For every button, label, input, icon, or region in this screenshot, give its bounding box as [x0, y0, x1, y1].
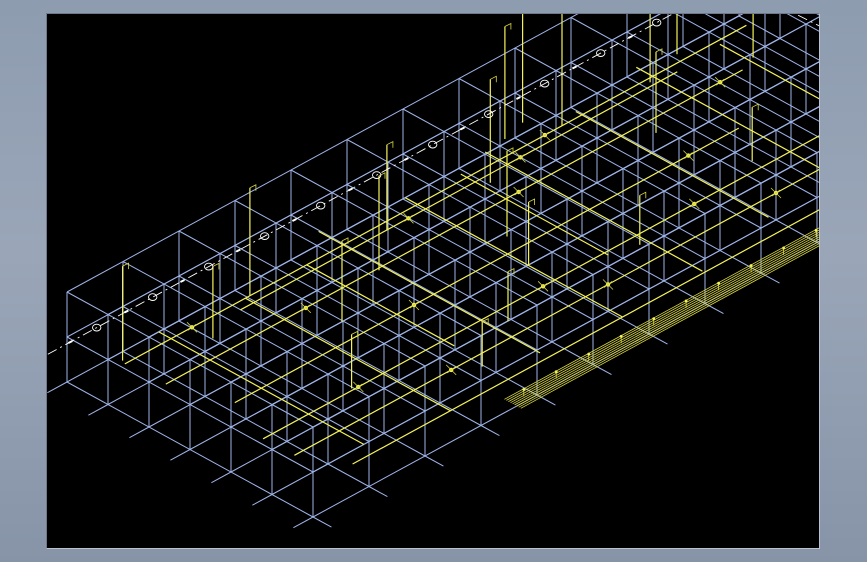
riser-elbow — [490, 75, 497, 83]
axis-bubble — [652, 18, 662, 27]
piping-network — [121, 14, 819, 465]
header-valve-head — [814, 228, 818, 232]
grid-line — [88, 404, 109, 416]
axis-tick — [403, 157, 409, 161]
grid-line — [536, 394, 556, 406]
grid-line — [129, 426, 150, 439]
header-valve-head — [587, 352, 591, 356]
axis-tick — [179, 279, 185, 283]
header-valve-head — [652, 317, 656, 320]
pipe-segment — [306, 264, 455, 347]
riser-elbow — [528, 198, 536, 205]
grid-line — [47, 381, 68, 394]
riser-elbow — [378, 172, 386, 179]
axis-tick — [235, 248, 241, 253]
header-pipe — [506, 229, 819, 401]
riser-elbow — [504, 22, 512, 30]
cad-viewport[interactable] — [46, 13, 820, 549]
header-valve-head — [684, 299, 688, 303]
grid-line — [312, 516, 332, 528]
axis-tick — [347, 187, 353, 192]
pipe-segment — [352, 209, 819, 465]
axis-bubble — [148, 293, 158, 301]
header-valve-head — [554, 370, 558, 374]
header-valve-head — [522, 388, 526, 391]
axis-bubble — [428, 140, 438, 149]
axis-tick — [627, 35, 633, 39]
grid-line — [368, 486, 388, 498]
pipe-segment — [234, 127, 740, 404]
header-valve-head — [749, 264, 753, 267]
grid-line — [480, 425, 500, 437]
grid-line — [424, 455, 444, 467]
axis-tick — [291, 218, 297, 222]
riser-elbow — [386, 141, 394, 148]
grid-line — [170, 449, 191, 461]
grid-line — [592, 364, 612, 376]
grid-line — [760, 272, 780, 284]
pipe-segment — [404, 197, 623, 318]
pipe-segment — [245, 297, 451, 412]
tall-riser — [522, 14, 524, 123]
axis-tick — [459, 126, 465, 131]
grid-line — [252, 494, 273, 506]
axis-tick — [123, 309, 129, 314]
axis-tick — [67, 340, 73, 344]
grid-line — [648, 333, 668, 345]
riser-elbow — [639, 191, 647, 199]
grid-line — [704, 303, 724, 315]
axis-tick — [571, 65, 577, 70]
grid-line — [211, 471, 232, 484]
axis-bubble — [316, 201, 326, 210]
riser-elbow — [752, 103, 759, 111]
isometric-piping-drawing[interactable] — [47, 14, 820, 549]
grid-line — [293, 516, 314, 529]
axis-tick — [515, 96, 521, 100]
header-valve-head — [782, 246, 785, 250]
pipe-segment — [484, 151, 703, 272]
header-valve-head — [619, 334, 623, 338]
header-valve-head — [717, 281, 720, 285]
